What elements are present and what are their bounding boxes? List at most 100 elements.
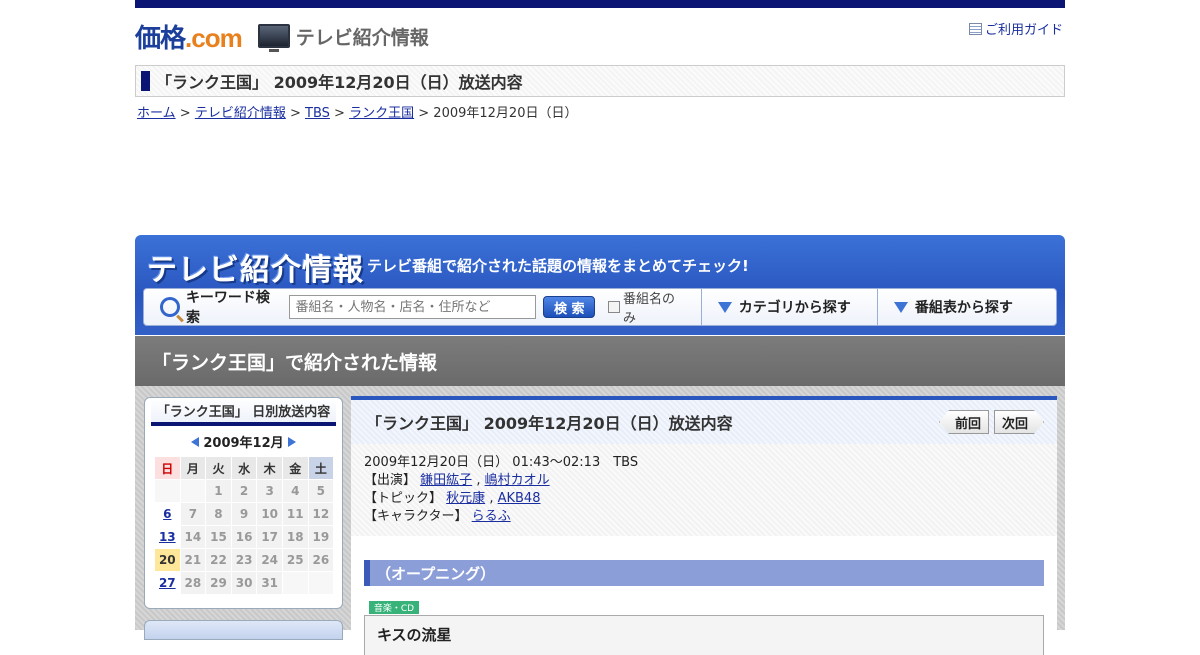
triangle-down-icon (893, 301, 908, 313)
calendar-day: 4 (281, 479, 309, 503)
calendar-day: 2 (230, 479, 258, 503)
weekday-header: 木 (256, 456, 283, 480)
section-title: 「ランク王国」で紹介された情報 (152, 351, 438, 374)
topic-label: 【トピック】 (364, 491, 443, 506)
breadcrumb-sep: > (289, 106, 301, 121)
character-label: 【キャラクター】 (364, 509, 468, 524)
calendar-day: 21 (179, 548, 207, 572)
cast-label: 【出演】 (364, 473, 417, 488)
calendar-day: 23 (230, 548, 258, 572)
program-only-checkbox[interactable]: 番組名のみ (608, 288, 688, 326)
top-navy-bar (135, 0, 1065, 8)
calendar-day: 12 (307, 502, 335, 526)
next-episode-button[interactable]: 次回 (994, 410, 1044, 434)
topic-link[interactable]: 秋元康 (446, 491, 485, 506)
breadcrumb-sep: > (179, 106, 191, 121)
category-search-tab[interactable]: カテゴリから探す (700, 289, 877, 325)
weekday-header: 金 (281, 456, 309, 480)
calendar-day-link[interactable]: 6 (154, 502, 181, 526)
daily-broadcast-calendar: 「ランク王国」 日別放送内容 2009年12月 日 月 火 水 木 金 土 1 … (144, 397, 343, 609)
tv-info-logo-text: テレビ紹介情報 (295, 26, 429, 49)
cast-link[interactable]: 嶋村カオル (485, 473, 550, 488)
calendar-day (307, 571, 335, 595)
broadcast-datetime: 2009年12月20日（日） 01:43～02:13 TBS (364, 455, 639, 470)
category-badge: 音楽・CD (369, 601, 419, 614)
calendar-day (179, 479, 207, 503)
calendar-day-link[interactable]: 13 (154, 525, 181, 549)
weekday-header: 火 (205, 456, 232, 480)
page-title-box: 「ランク王国」 2009年12月20日（日）放送内容 (135, 65, 1065, 97)
category-search-label: カテゴリから探す (738, 300, 851, 316)
calendar-day-link[interactable]: 27 (154, 571, 181, 595)
calendar-day: 22 (205, 548, 232, 572)
calendar-day: 25 (281, 548, 309, 572)
breadcrumb-home[interactable]: ホーム (137, 106, 176, 121)
guide-link[interactable]: ご利用ガイド (968, 19, 1063, 38)
title-accent-bar (141, 71, 150, 91)
character-row: 【キャラクター】 らるふ (364, 508, 1057, 526)
tv-info-logo[interactable]: テレビ紹介情報 (257, 23, 429, 52)
previous-episode-button[interactable]: 前回 (939, 410, 989, 434)
calendar-day: 16 (230, 525, 258, 549)
weekday-header: 水 (230, 456, 258, 480)
calendar-day: 24 (256, 548, 283, 572)
page-title: 「ランク王国」 2009年12月20日（日）放送内容 (156, 73, 523, 92)
calendar-month: 2009年12月 (203, 436, 284, 451)
calendar-day (154, 479, 181, 503)
checkbox-box[interactable] (608, 301, 621, 313)
calendar-day: 7 (179, 502, 207, 526)
program-only-label: 番組名のみ (623, 292, 676, 326)
banner-subtitle: テレビ番組で紹介された話題の情報をまとめてチェック! (367, 257, 749, 275)
keyword-search-input[interactable] (289, 295, 537, 319)
breadcrumb: ホーム > テレビ紹介情報 > TBS > ランク王国 > 2009年12月20… (137, 102, 577, 121)
search-icon (160, 297, 180, 317)
search-banner: テレビ紹介情報 テレビ番組で紹介された話題の情報をまとめてチェック! キーワード… (135, 235, 1065, 335)
breadcrumb-program[interactable]: ランク王国 (349, 106, 414, 121)
breadcrumb-tv-info[interactable]: テレビ紹介情報 (195, 106, 286, 121)
television-icon (257, 24, 290, 52)
breadcrumb-sep: > (418, 106, 430, 121)
search-button[interactable]: 検 索 (543, 296, 596, 318)
calendar-day: 9 (230, 502, 258, 526)
search-row: キーワード検索 検 索 番組名のみ カテゴリから探す 番組表から探す (143, 288, 1057, 326)
schedule-search-label: 番組表から探す (914, 300, 1013, 316)
broadcast-detail-panel: 「ランク王国」 2009年12月20日（日）放送内容 前回 次回 2009年12… (351, 396, 1057, 655)
breadcrumb-station[interactable]: TBS (305, 106, 330, 121)
broadcast-info: 2009年12月20日（日） 01:43～02:13 TBS 【出演】 鎌田紘子… (351, 444, 1057, 536)
section-band: 「ランク王国」で紹介された情報 (135, 336, 1065, 386)
calendar-day: 18 (281, 525, 309, 549)
cast-row: 【出演】 鎌田紘子 , 嶋村カオル (364, 472, 1057, 490)
breadcrumb-sep: > (334, 106, 345, 121)
broadcast-detail-title: 「ランク王国」 2009年12月20日（日）放送内容 (366, 414, 733, 433)
kakaku-logo[interactable]: 価格.com (135, 18, 243, 55)
calendar-day: 11 (281, 502, 309, 526)
calendar-grid: 日 月 火 水 木 金 土 1 2 3 4 5 6 7 8 9 10 11 12… (154, 456, 335, 595)
calendar-day: 30 (230, 571, 258, 595)
calendar-day: 10 (256, 502, 283, 526)
topic-link[interactable]: AKB48 (498, 491, 541, 506)
separator-comma: , (489, 491, 494, 506)
next-month-icon[interactable] (287, 436, 296, 447)
character-link[interactable]: らるふ (472, 509, 511, 524)
calendar-day: 1 (205, 479, 232, 503)
guide-link-text[interactable]: ご利用ガイド (985, 19, 1063, 38)
segment-title: （オープニング） (376, 564, 496, 583)
item-title[interactable]: キスの流星 (377, 624, 1043, 645)
calendar-day (281, 571, 309, 595)
weekday-header: 土 (307, 456, 335, 480)
broadcast-detail-header: 「ランク王国」 2009年12月20日（日）放送内容 前回 次回 (351, 400, 1057, 444)
segment-header: （オープニング） (364, 560, 1044, 586)
calendar-day: 3 (256, 479, 283, 503)
schedule-search-tab[interactable]: 番組表から探す (876, 289, 1056, 325)
site-logo[interactable]: 価格.com テレビ紹介情報 (135, 18, 429, 55)
separator-comma: , (476, 473, 481, 488)
calendar-day-current: 20 (154, 548, 181, 572)
calendar-day: 19 (307, 525, 335, 549)
calendar-day: 15 (205, 525, 232, 549)
banner-title: テレビ紹介情報 (147, 253, 364, 288)
calendar-day: 29 (205, 571, 232, 595)
keyword-search-label: キーワード検索 (185, 290, 270, 326)
prev-month-icon[interactable] (191, 436, 200, 447)
cast-link[interactable]: 鎌田紘子 (420, 473, 472, 488)
list-icon (968, 22, 982, 35)
